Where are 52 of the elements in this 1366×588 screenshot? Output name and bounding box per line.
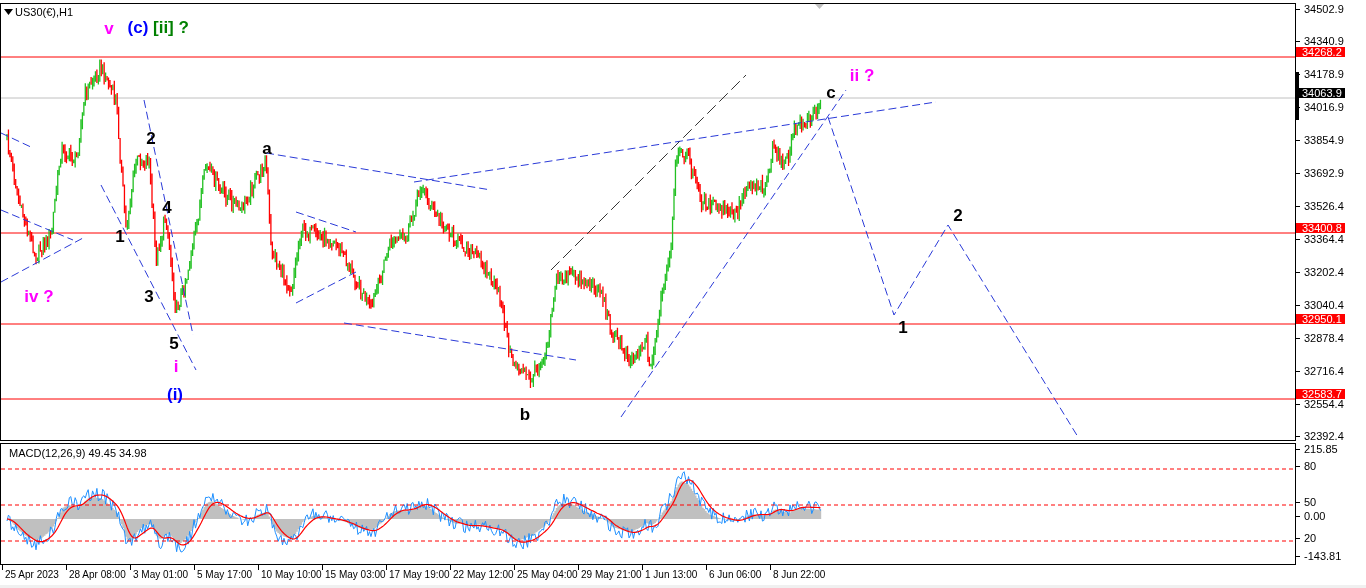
wave-label: (i) — [167, 385, 183, 404]
price-level-label: 34268.2 — [1296, 47, 1345, 57]
macd-tick: 80 — [1296, 461, 1317, 471]
wave-label: b — [519, 405, 531, 424]
wave-label: i — [173, 357, 179, 376]
price-tick: 34178.9 — [1296, 70, 1344, 80]
price-level-label: 32583.7 — [1296, 389, 1345, 399]
wave-label: 2 — [953, 206, 963, 225]
price-tick: 33854.9 — [1296, 136, 1344, 146]
wave-label: 2 — [146, 129, 156, 148]
dropdown-icon[interactable] — [4, 9, 13, 15]
scroll-marker-icon — [815, 4, 824, 9]
macd-tick: 215.85 — [1296, 444, 1338, 454]
time-label: 15 May 03:00 — [322, 565, 386, 583]
price-tick: 33526.4 — [1296, 202, 1344, 211]
macd-tick: -143.81 — [1296, 551, 1342, 561]
time-label: 10 May 10:00 — [258, 565, 322, 583]
price-tick: 34340.9 — [1296, 37, 1344, 47]
macd-tick: 20 — [1296, 533, 1317, 543]
macd-tick: 0.00 — [1296, 511, 1326, 521]
wave-label: 1 — [115, 227, 125, 246]
price-tick: 32716.4 — [1296, 366, 1344, 376]
wave-label: 5 — [169, 334, 179, 353]
time-label: 22 May 12:00 — [450, 565, 514, 583]
price-tick: 34502.9 — [1296, 4, 1344, 14]
wave-label: a — [262, 139, 272, 158]
price-tick: 34016.9 — [1296, 103, 1344, 113]
price-tick: 33040.4 — [1296, 300, 1344, 310]
wave-label: 4 — [162, 198, 172, 217]
price-level-label: 32950.1 — [1296, 314, 1345, 324]
macd-tick: 50 — [1296, 497, 1317, 507]
price-level-label: 34063.9 — [1296, 88, 1345, 98]
price-tick: 33692.9 — [1296, 169, 1344, 179]
price-tick: 33364.4 — [1296, 234, 1344, 244]
time-label: 17 May 19:00 — [386, 565, 450, 583]
wave-label: ii ? — [849, 66, 875, 85]
price-tick: 33202.4 — [1296, 267, 1344, 277]
price-tick: 32392.4 — [1296, 432, 1344, 442]
wave-label: iv ? — [24, 287, 54, 306]
symbol-label: US30(€),H1 — [15, 6, 74, 18]
wave-label: (c) — [127, 18, 149, 37]
wave-label: v — [104, 19, 114, 38]
wave-label: 3 — [144, 287, 154, 306]
price-level-label: 33400.8 — [1296, 223, 1345, 233]
wave-label: [ii] ? — [153, 18, 189, 37]
wave-label: c — [826, 83, 836, 102]
wave-label: 1 — [898, 318, 908, 337]
price-tick: 32554.4 — [1296, 399, 1344, 409]
price-tick: 32878.4 — [1296, 333, 1344, 343]
time-label: 29 May 21:00 — [578, 565, 642, 583]
macd-label: MACD(12,26,9) 49.45 34.98 — [9, 447, 147, 459]
time-label: 25 May 04:00 — [514, 565, 578, 583]
